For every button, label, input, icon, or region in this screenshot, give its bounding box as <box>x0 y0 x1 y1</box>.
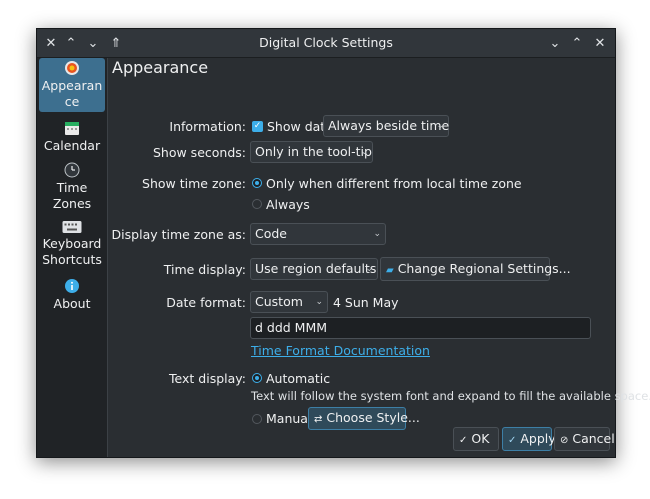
text-automatic-hint: Text will follow the system font and exp… <box>251 389 650 403</box>
show-seconds-label: Show seconds: <box>152 145 246 160</box>
sidebar-item-time-zones[interactable]: Time Zones <box>39 162 105 212</box>
tz-always-radio[interactable] <box>252 199 262 209</box>
tz-different-radio[interactable] <box>252 178 262 188</box>
show-timezone-label: Show time zone: <box>142 176 246 191</box>
chevron-down-icon: ⌄ <box>360 147 368 157</box>
time-format-doc-link[interactable]: Time Format Documentation <box>251 343 430 358</box>
check-icon: ✓ <box>508 435 517 446</box>
regional-settings-icon: ▰ <box>386 265 394 276</box>
chevron-down-icon: ⌄ <box>373 229 381 239</box>
page-title: Appearance <box>112 58 209 77</box>
clock-icon <box>64 162 80 178</box>
time-display-label: Time display: <box>163 262 246 277</box>
text-manual-radio[interactable] <box>252 414 262 424</box>
swap-icon: ⇄ <box>314 414 323 425</box>
minimize-icon[interactable]: ⌄ <box>545 33 565 53</box>
calendar-icon <box>65 122 79 135</box>
display-tz-dropdown[interactable]: Code ⌄ <box>250 223 386 245</box>
display-tz-label: Display time zone as: <box>111 227 246 242</box>
chevron-down-icon: ⌄ <box>315 297 323 307</box>
sidebar-item-appearance[interactable]: Appearan ce <box>39 58 105 112</box>
show-date-checkbox[interactable]: ✓ <box>252 121 263 132</box>
sidebar-item-keyboard-shortcuts[interactable]: Keyboard Shortcuts <box>39 220 105 268</box>
check-icon: ✓ <box>459 435 468 446</box>
info-icon <box>65 279 79 293</box>
text-automatic-label: Automatic <box>266 371 331 386</box>
appearance-page: Appearance Information: ✓ Show date Alwa… <box>108 58 650 457</box>
window-title: Digital Clock Settings <box>259 35 393 50</box>
change-regional-settings-button[interactable]: ▰ Change Regional Settings... <box>380 257 571 281</box>
appearance-icon <box>65 61 79 75</box>
maximize-icon[interactable]: ⌃ <box>567 33 587 53</box>
text-automatic-radio[interactable] <box>252 373 262 383</box>
time-display-dropdown[interactable]: Use region defaults ⌄ <box>250 258 378 280</box>
apply-button[interactable]: ✓ Apply <box>502 427 556 451</box>
show-seconds-dropdown[interactable]: Only in the tool-tip ⌄ <box>250 141 373 163</box>
keyboard-icon <box>62 221 82 233</box>
ok-button[interactable]: ✓ OK <box>453 427 499 451</box>
sidebar: Appearan ce Calendar Time Zones Keyboard… <box>37 58 108 457</box>
settings-window: ✕ ⌃ ⌄ ⇑ Digital Clock Settings ⌄ ⌃ ✕ App… <box>36 28 650 458</box>
cancel-icon: ⊘ <box>560 435 569 446</box>
chevron-down-icon: ⌄ <box>365 264 373 274</box>
date-format-dropdown[interactable]: Custom ⌄ <box>250 291 328 313</box>
cancel-button[interactable]: ⊘ Cancel <box>554 427 615 451</box>
date-format-input[interactable]: d ddd MMM <box>250 317 591 339</box>
information-label: Information: <box>169 119 246 134</box>
sidebar-item-about[interactable]: About <box>39 278 105 312</box>
tz-different-label: Only when different from local time zone <box>266 176 522 191</box>
text-manual-label: Manual <box>266 411 312 426</box>
tz-always-label: Always <box>266 197 310 212</box>
choose-style-button[interactable]: ⇄ Choose Style... <box>308 407 420 430</box>
sidebar-item-calendar[interactable]: Calendar <box>39 120 105 154</box>
date-preview: 4 Sun May <box>333 295 399 310</box>
text-display-label: Text display: <box>169 371 246 386</box>
title-bar: ✕ ⌃ ⌄ ⇑ Digital Clock Settings ⌄ ⌃ ✕ <box>37 29 615 58</box>
chevron-down-icon: ⌄ <box>436 121 444 131</box>
close-icon[interactable]: ✕ <box>590 33 610 53</box>
date-format-label: Date format: <box>166 295 246 310</box>
show-date-mode-dropdown[interactable]: Always beside time ⌄ <box>323 115 449 137</box>
